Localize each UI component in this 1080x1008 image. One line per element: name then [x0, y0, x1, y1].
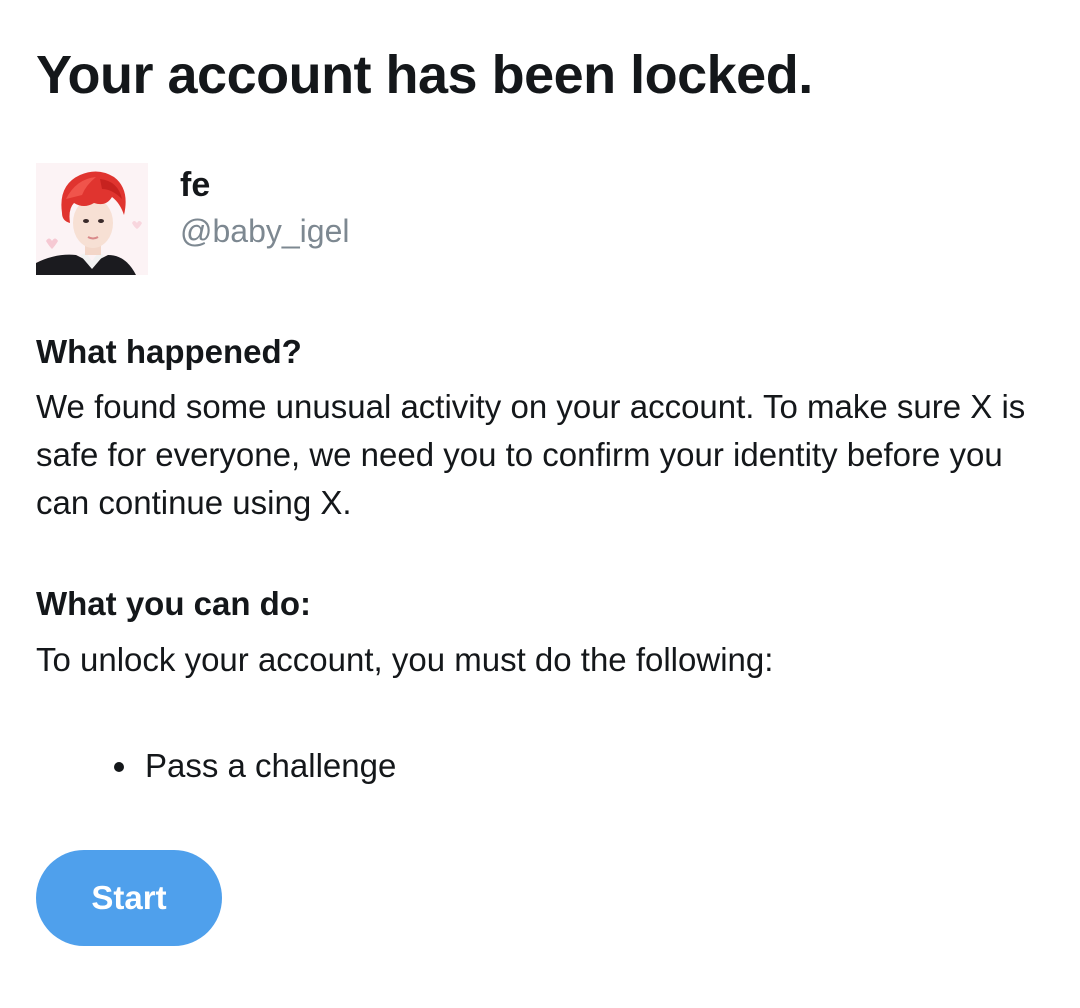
what-happened-heading: What happened? — [36, 333, 302, 370]
what-you-can-do-body: To unlock your account, you must do the … — [36, 641, 774, 678]
what-you-can-do-heading: What you can do: — [36, 585, 311, 622]
what-happened-body: We found some unusual activity on your a… — [36, 388, 1026, 521]
start-button[interactable]: Start — [36, 850, 222, 946]
user-handle: @baby_igel — [180, 213, 350, 249]
display-name: fe — [180, 166, 211, 204]
page-title: Your account has been locked. — [36, 45, 813, 105]
user-card: fe @baby_igel — [36, 163, 736, 278]
list-item: Pass a challenge — [112, 740, 396, 792]
avatar-image — [36, 163, 148, 275]
avatar — [36, 163, 148, 275]
requirements-list: Pass a challenge — [112, 740, 396, 792]
